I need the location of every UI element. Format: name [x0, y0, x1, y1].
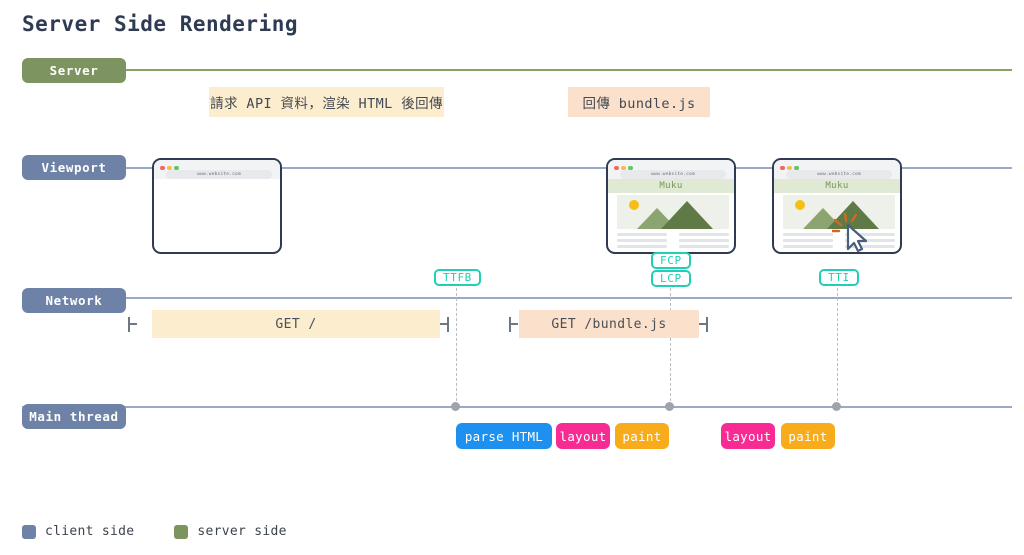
marker-tti: TTI [819, 269, 859, 286]
hero-image [617, 195, 729, 229]
lane-label-viewport-text: Viewport [41, 160, 107, 175]
task-parse-html-text: parse HTML [464, 428, 544, 444]
text-placeholder-line [845, 245, 895, 248]
traffic-light-red-icon [780, 165, 785, 170]
marker-tti-text: TTI [828, 271, 850, 284]
traffic-light-red-icon [614, 165, 619, 170]
server-message-render-html-text: 請求 API 資料，渲染 HTML 後回傳 [210, 96, 443, 112]
network-request-document[interactable]: GET / [152, 310, 440, 338]
marker-fcp: FCP [651, 252, 691, 269]
page-title: Server Side Rendering [22, 12, 299, 36]
request-end-cap [447, 317, 449, 332]
legend: client side server side [22, 524, 327, 539]
text-placeholder-line [617, 239, 667, 242]
bundle-start-cap [509, 317, 511, 332]
browser-url-text: www.website.com [651, 172, 695, 177]
text-placeholder-line [783, 233, 833, 236]
server-message-return-bundle-text: 回傳 bundle.js [582, 96, 696, 112]
network-lane-rule [22, 297, 1012, 299]
lane-label-network-text: Network [45, 293, 103, 308]
server-lane-rule [22, 69, 1012, 71]
text-placeholder-line [679, 245, 729, 248]
text-placeholder-line [617, 245, 667, 248]
timeline-dot-lcp [665, 402, 674, 411]
text-placeholder-line [845, 233, 895, 236]
marker-lcp-text: LCP [660, 272, 682, 285]
network-request-document-text: GET / [275, 316, 317, 332]
browser-url-bar: www.website.com [166, 170, 272, 179]
marker-fcp-text: FCP [660, 254, 682, 267]
task-layout-first[interactable]: layout [556, 423, 610, 449]
hero-image [783, 195, 895, 229]
browser-url-bar: www.website.com [786, 170, 892, 179]
legend-swatch-server-side [174, 524, 189, 539]
traffic-light-red-icon [160, 165, 165, 170]
task-parse-html[interactable]: parse HTML [456, 423, 552, 449]
marker-lcp: LCP [651, 270, 691, 287]
request-start-cap [128, 317, 130, 332]
server-message-render-html: 請求 API 資料，渲染 HTML 後回傳 [209, 87, 444, 117]
browser-mockup-interactive: www.website.com Muku [772, 158, 902, 254]
timeline-dot-ttfb [451, 402, 460, 411]
browser-url-text: www.website.com [817, 172, 861, 177]
marker-ttfb: TTFB [434, 269, 481, 286]
bundle-end-cap [706, 317, 708, 332]
guide-line-tti [837, 288, 838, 406]
network-request-bundle-text: GET /bundle.js [551, 316, 667, 332]
task-paint-first-text: paint [622, 428, 662, 444]
lane-label-server: Server [22, 58, 126, 83]
server-message-return-bundle: 回傳 bundle.js [568, 87, 710, 117]
text-placeholder-line [679, 239, 729, 242]
text-placeholder-line [679, 233, 729, 236]
mountain-large-icon [661, 201, 713, 229]
site-heading-text: Muku [659, 181, 683, 191]
text-placeholder-line [783, 239, 833, 242]
main-thread-lane-rule [22, 406, 1012, 408]
legend-item-server-side: server side [174, 524, 287, 539]
mountain-large-icon [827, 201, 879, 229]
task-layout-second[interactable]: layout [721, 423, 775, 449]
browser-mockup-blank: www.website.com [152, 158, 282, 254]
lane-label-main-thread: Main thread [22, 404, 126, 429]
task-paint-second-text: paint [788, 428, 828, 444]
legend-label-client-side: client side [45, 524, 135, 539]
lane-label-viewport: Viewport [22, 155, 126, 180]
site-heading: Muku [608, 179, 734, 193]
browser-mockup-rendered: www.website.com Muku [606, 158, 736, 254]
task-layout-first-text: layout [559, 428, 607, 444]
lane-label-main-thread-text: Main thread [29, 409, 119, 424]
lane-label-server-text: Server [49, 63, 99, 78]
browser-url-text: www.website.com [197, 172, 241, 177]
browser-url-bar: www.website.com [620, 170, 726, 179]
site-heading-text: Muku [825, 181, 849, 191]
text-placeholder-line [845, 239, 895, 242]
marker-ttfb-text: TTFB [443, 271, 472, 284]
lane-label-network: Network [22, 288, 126, 313]
guide-line-ttfb [456, 288, 457, 406]
legend-label-server-side: server side [197, 524, 287, 539]
legend-item-client-side: client side [22, 524, 134, 539]
task-paint-second[interactable]: paint [781, 423, 835, 449]
text-placeholder-line [617, 233, 667, 236]
legend-swatch-client-side [22, 524, 36, 539]
network-request-bundle[interactable]: GET /bundle.js [519, 310, 699, 338]
timeline-dot-tti [832, 402, 841, 411]
task-paint-first[interactable]: paint [615, 423, 669, 449]
site-heading: Muku [774, 179, 900, 193]
task-layout-second-text: layout [724, 428, 772, 444]
text-placeholder-line [783, 245, 833, 248]
guide-line-lcp [670, 288, 671, 406]
